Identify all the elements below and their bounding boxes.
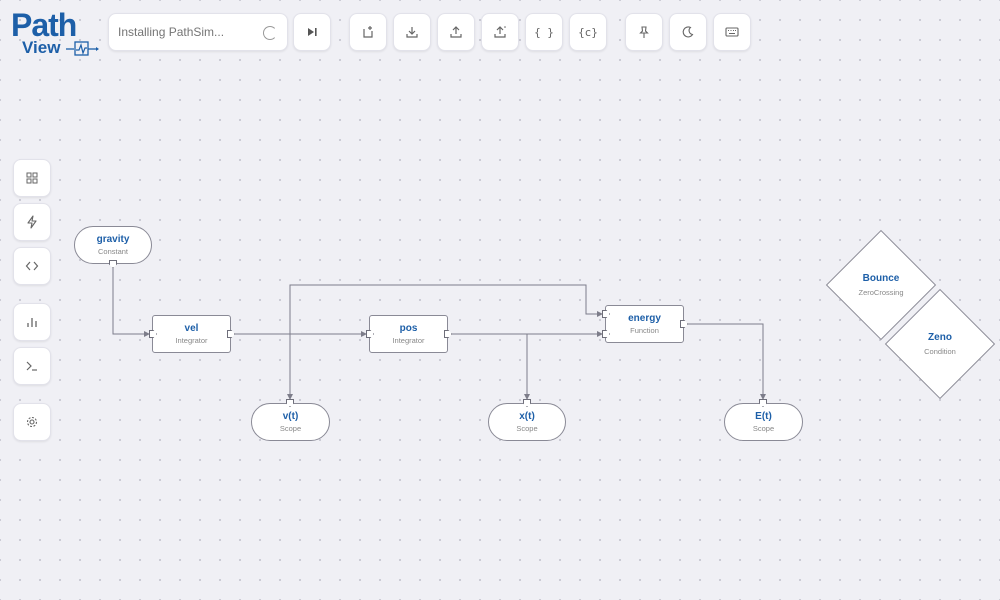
port-energy-out[interactable] <box>680 320 688 328</box>
block-xt-scope[interactable]: x(t) Scope <box>488 403 566 441</box>
block-type: Function <box>630 326 659 335</box>
code-export-button[interactable]: {c} <box>569 13 607 51</box>
block-type: Constant <box>97 247 129 256</box>
dark-mode-button[interactable] <box>669 13 707 51</box>
bar-chart-icon <box>27 318 37 327</box>
code-export-icon: {c} <box>578 25 598 39</box>
block-pos[interactable]: pos Integrator <box>369 315 448 353</box>
logo-wave-icon <box>66 41 99 56</box>
grid-icon <box>26 172 38 184</box>
event-name: Zeno <box>928 332 952 343</box>
event-zeno[interactable]: Zeno Condition <box>884 288 996 400</box>
step-forward-icon <box>308 28 317 36</box>
export-icon <box>494 26 506 38</box>
moon-icon <box>682 26 694 38</box>
sidebar-plots-button[interactable] <box>13 303 51 341</box>
terminal-icon <box>26 361 37 371</box>
block-type: Integrator <box>175 336 208 345</box>
status-field[interactable] <box>108 13 288 51</box>
gear-icon <box>26 416 38 428</box>
block-vt-scope[interactable]: v(t) Scope <box>251 403 330 441</box>
wire-energy-et <box>687 323 766 400</box>
block-type: Scope <box>752 424 775 433</box>
sidebar-console-button[interactable] <box>13 347 51 385</box>
block-gravity[interactable]: gravity Constant <box>74 226 152 264</box>
code-icon <box>25 261 39 271</box>
block-name: gravity <box>96 234 130 245</box>
json-icon: { } <box>534 25 554 39</box>
export-button[interactable] <box>481 13 519 51</box>
wire-pos-xt <box>450 333 530 400</box>
sidebar-code-button[interactable] <box>13 247 51 285</box>
download-icon <box>406 27 418 38</box>
port-vel-out[interactable] <box>227 330 235 338</box>
app-logo: Path View <box>10 8 100 58</box>
event-label: Zeno Condition <box>885 289 995 399</box>
sidebar-blocks-button[interactable] <box>13 159 51 197</box>
pin-icon <box>639 26 649 38</box>
block-vel[interactable]: vel Integrator <box>152 315 231 353</box>
status-input[interactable] <box>118 25 258 39</box>
block-energy[interactable]: energy Function <box>605 305 684 343</box>
wire-vel-vt <box>234 333 293 400</box>
new-file-icon <box>363 26 373 38</box>
port-gravity-out[interactable] <box>109 260 117 268</box>
port-pos-out[interactable] <box>444 330 452 338</box>
block-type: Integrator <box>392 336 425 345</box>
new-model-button[interactable] <box>349 13 387 51</box>
upload-icon <box>450 26 462 38</box>
download-button[interactable] <box>393 13 431 51</box>
block-name: E(t) <box>755 411 772 422</box>
bolt-icon <box>27 215 37 229</box>
block-type: Scope <box>279 424 302 433</box>
event-type: Condition <box>924 347 956 356</box>
sidebar-settings-button[interactable] <box>13 403 51 441</box>
block-et-scope[interactable]: E(t) Scope <box>724 403 803 441</box>
wire-gravity-vel <box>112 268 150 337</box>
block-name: energy <box>628 313 661 324</box>
sidebar-events-button[interactable] <box>13 203 51 241</box>
run-step-button[interactable] <box>293 13 331 51</box>
block-name: vel <box>184 323 199 334</box>
keyboard-shortcuts-button[interactable] <box>713 13 751 51</box>
block-name: x(t) <box>519 411 535 422</box>
block-name: v(t) <box>282 411 299 422</box>
event-name: Bounce <box>862 273 900 284</box>
json-button[interactable]: { } <box>525 13 563 51</box>
upload-button[interactable] <box>437 13 475 51</box>
pin-button[interactable] <box>625 13 663 51</box>
block-name: pos <box>399 323 418 334</box>
loading-spinner-icon <box>263 26 277 40</box>
block-type: Scope <box>516 424 538 433</box>
keyboard-icon <box>725 27 739 37</box>
